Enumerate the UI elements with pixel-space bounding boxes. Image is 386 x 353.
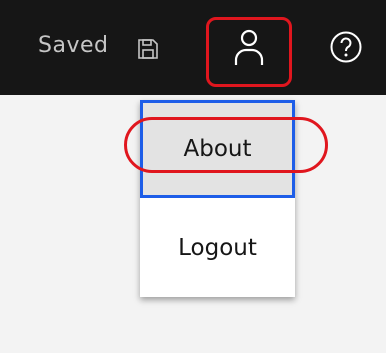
user-dropdown-menu: About Logout — [140, 100, 295, 297]
menu-item-logout[interactable]: Logout — [140, 198, 295, 297]
help-icon[interactable] — [329, 30, 363, 64]
save-status-text: Saved — [38, 33, 109, 58]
menu-item-about[interactable]: About — [140, 100, 295, 198]
user-icon — [234, 29, 264, 65]
top-header-bar: Saved — [0, 0, 386, 95]
user-account-button[interactable] — [209, 25, 289, 85]
save-icon[interactable] — [136, 37, 160, 61]
